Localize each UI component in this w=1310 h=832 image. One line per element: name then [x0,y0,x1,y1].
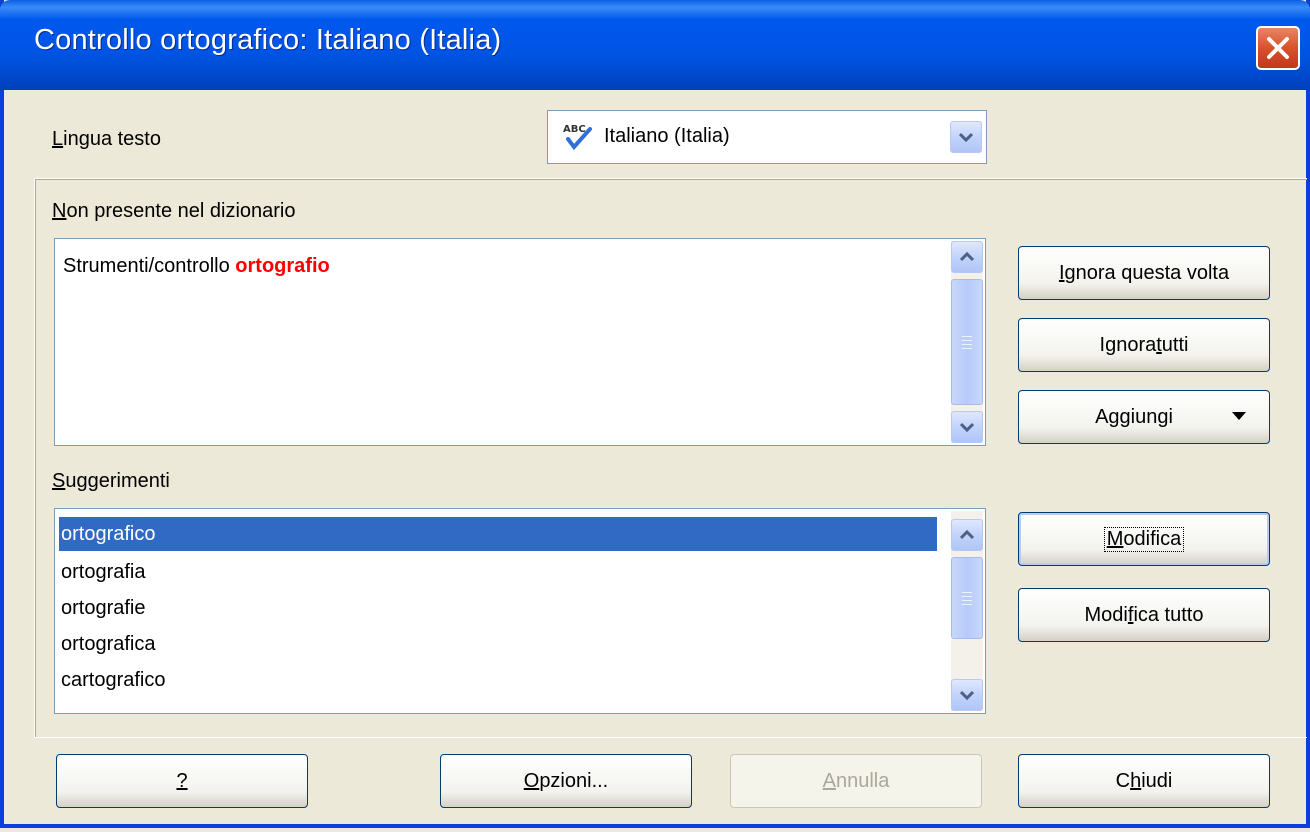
chevron-down-icon [960,690,974,701]
suggestion-item[interactable]: ortografica [59,627,156,661]
close-button[interactable]: Ch iudi [1018,754,1270,808]
language-dropdown-button[interactable] [950,121,982,153]
suggestion-item[interactable]: ortografico [59,517,937,551]
not-in-dictionary-label: Non presente nel dizionario [52,200,296,222]
suggestions-scrollbar[interactable] [951,511,983,711]
scroll-up-button[interactable] [951,241,983,273]
ignore-all-button[interactable]: Ignora t utti [1018,318,1270,372]
close-icon [1267,37,1289,59]
language-select[interactable]: ABC Italiano (Italia) [547,110,987,164]
sentence-text: Strumenti/controllo ortografio [63,255,330,277]
dropdown-arrow-icon [1232,412,1246,420]
language-label: Lingua testo [52,128,161,150]
spellcheck-icon: ABC [563,124,592,151]
language-value: Italiano (Italia) [604,125,730,147]
suggestion-item[interactable]: ortografia [59,555,146,589]
close-window-button[interactable] [1256,26,1300,70]
spellcheck-dialog: Controllo ortografico: Italiano (Italia)… [0,0,1310,828]
svg-text:ABC: ABC [563,124,586,135]
chevron-down-icon [960,422,974,433]
suggestion-item[interactable]: cartografico [59,663,166,697]
textbox-scrollbar[interactable] [951,241,983,443]
scroll-thumb[interactable] [951,279,983,405]
undo-button[interactable]: Annulla [730,754,982,808]
scroll-down-button[interactable] [951,411,983,443]
chevron-down-icon [959,132,973,143]
not-in-dictionary-textbox[interactable]: Strumenti/controllo ortografio [54,238,986,446]
change-button[interactable]: Modifica [1018,512,1270,566]
misspelled-word: ortografio [235,255,330,277]
scroll-down-button[interactable] [951,679,983,711]
chevron-up-icon [960,251,974,262]
help-button[interactable]: ? [56,754,308,808]
suggestions-list[interactable]: ortografico ortografia ortografie ortogr… [54,508,986,714]
ignore-once-button[interactable]: Ignora questa volta [1018,246,1270,300]
change-all-button[interactable]: Modi f ica tutto [1018,588,1270,642]
add-button[interactable]: Aggiungi [1018,390,1270,444]
window-title: Controllo ortografico: Italiano (Italia) [34,24,502,56]
suggestions-label: Suggerimenti [52,470,170,492]
chevron-up-icon [960,529,974,540]
options-button[interactable]: Opzioni... [440,754,692,808]
scroll-thumb[interactable] [951,557,983,639]
title-bar[interactable]: Controllo ortografico: Italiano (Italia) [0,0,1310,90]
scroll-up-button[interactable] [951,519,983,551]
suggestion-item[interactable]: ortografie [59,591,146,625]
